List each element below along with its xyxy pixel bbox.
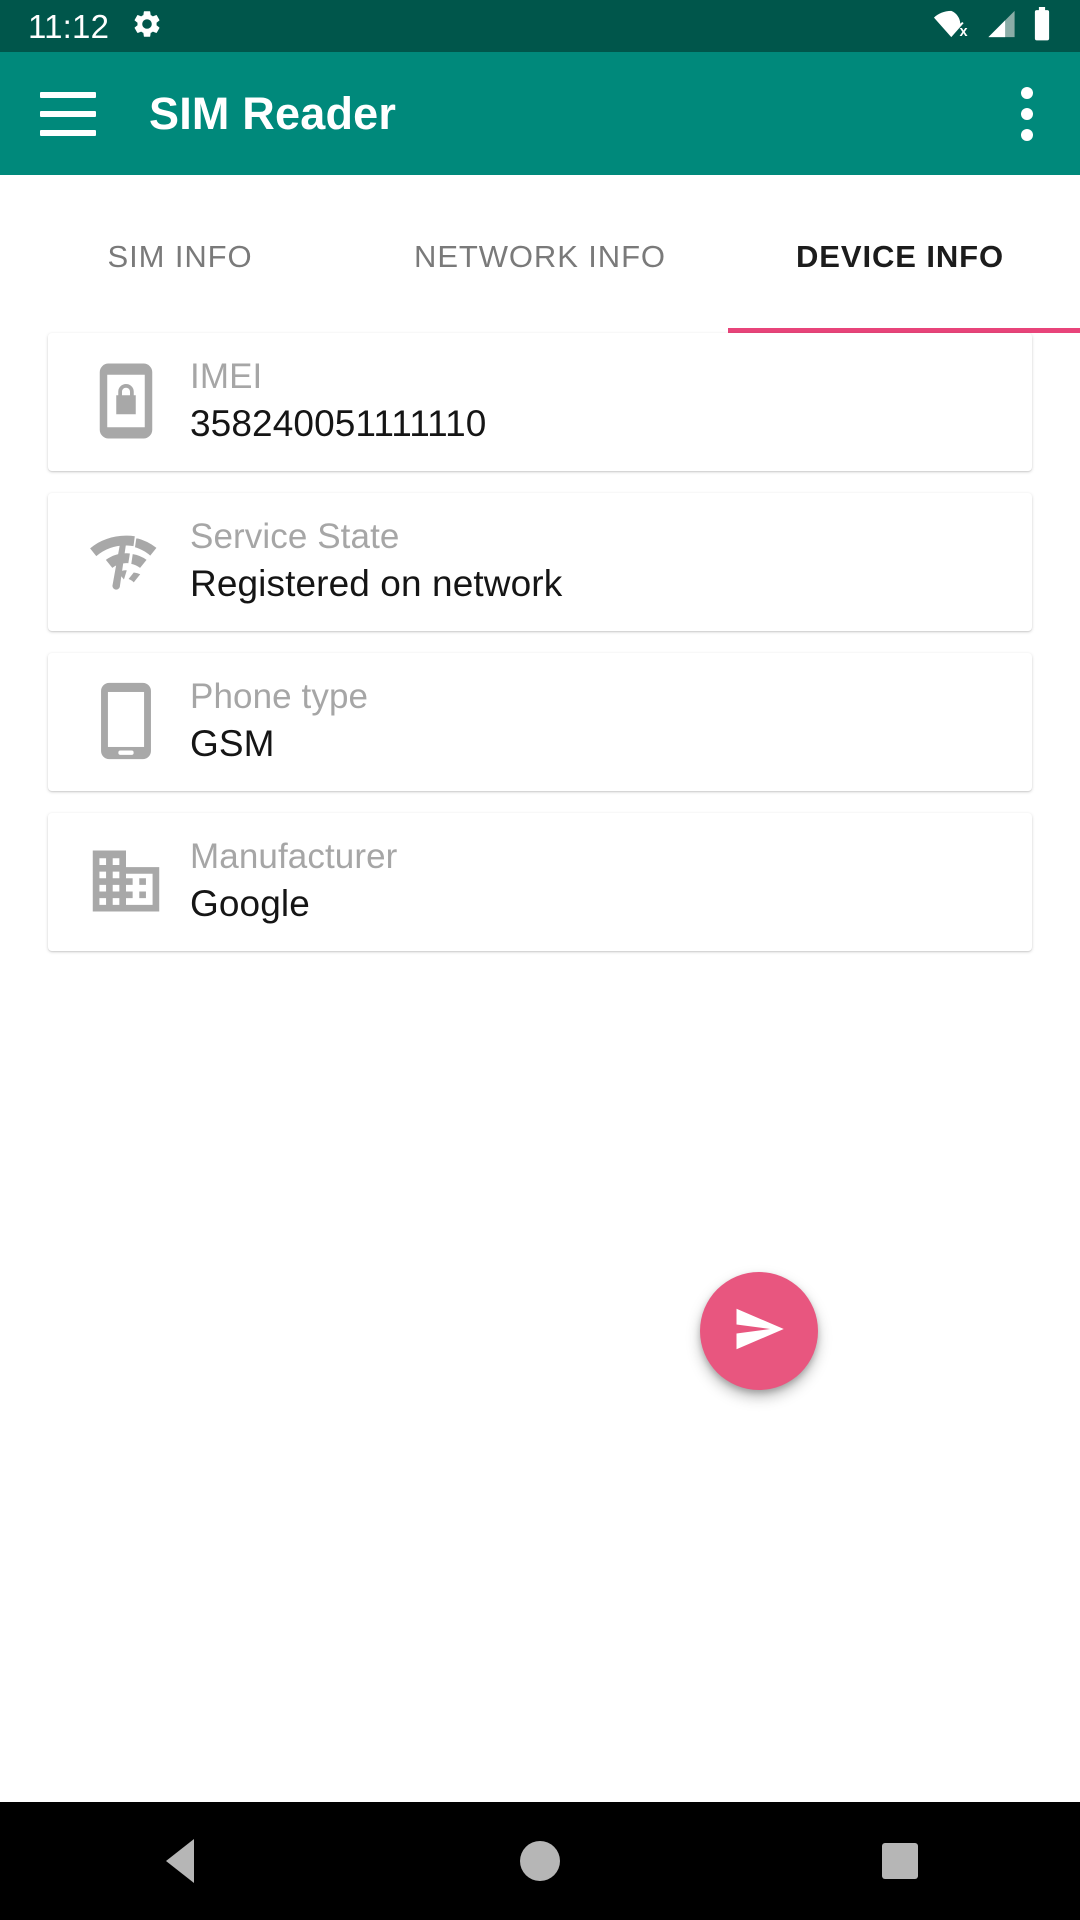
- send-icon: [732, 1302, 786, 1361]
- tab-device-info[interactable]: DEVICE INFO: [720, 175, 1080, 333]
- list-item-imei[interactable]: IMEI 358240051111110: [48, 333, 1032, 471]
- settings-gear-icon: [131, 8, 163, 45]
- more-vertical-icon[interactable]: [1021, 86, 1035, 141]
- overflow-dot: [1021, 128, 1033, 141]
- system-navigation-bar: [0, 1802, 1080, 1920]
- list-item-service-state[interactable]: Service State Registered on network: [48, 493, 1032, 631]
- menu-line: [40, 129, 96, 136]
- list-item-value: GSM: [190, 722, 275, 764]
- network-check-icon: [80, 515, 172, 607]
- list-item-label: Service State: [190, 516, 400, 556]
- list-item-label: Manufacturer: [190, 836, 398, 876]
- phone-lock-icon: [80, 355, 172, 447]
- list-item-label: Phone type: [190, 676, 369, 716]
- device-info-list: IMEI 358240051111110 Service State Regis…: [0, 333, 1080, 973]
- list-item-value: Registered on network: [190, 562, 563, 604]
- app-screen: 11:12 x SIM Reader SIM INFO NETWORK INFO…: [0, 0, 1080, 1920]
- tab-network-info[interactable]: NETWORK INFO: [360, 175, 720, 333]
- status-bar-clock: 11:12: [28, 7, 110, 45]
- status-bar-left: 11:12: [28, 8, 163, 45]
- app-title: SIM Reader: [149, 87, 397, 139]
- nav-back-button[interactable]: [100, 1802, 260, 1920]
- tab-label: DEVICE INFO: [796, 239, 1004, 274]
- status-bar: 11:12 x: [0, 0, 1080, 52]
- nav-recents-button[interactable]: [820, 1802, 980, 1920]
- triangle-back-icon: [166, 1839, 194, 1883]
- status-bar-right: x: [933, 6, 1052, 46]
- app-bar: SIM Reader: [0, 52, 1080, 175]
- list-item-phone-type[interactable]: Phone type GSM: [48, 653, 1032, 791]
- business-building-icon: [80, 835, 172, 927]
- wifi-off-icon: x: [933, 8, 971, 45]
- list-item-value: Google: [190, 882, 310, 924]
- list-item-text: Phone type GSM: [190, 676, 368, 767]
- overflow-dot: [1021, 107, 1033, 120]
- hamburger-menu-icon[interactable]: [40, 91, 96, 136]
- list-item-manufacturer[interactable]: Manufacturer Google: [48, 813, 1032, 951]
- overflow-dot: [1021, 86, 1033, 99]
- nav-home-button[interactable]: [460, 1802, 620, 1920]
- menu-line: [40, 91, 96, 98]
- list-item-text: Service State Registered on network: [190, 516, 562, 607]
- list-item-text: Manufacturer Google: [190, 836, 397, 927]
- tab-bar: SIM INFO NETWORK INFO DEVICE INFO: [0, 175, 1080, 333]
- list-item-text: IMEI 358240051111110: [190, 356, 486, 447]
- send-fab-button[interactable]: [700, 1272, 818, 1390]
- menu-line: [40, 110, 96, 117]
- tab-sim-info[interactable]: SIM INFO: [0, 175, 360, 333]
- list-item-value: 358240051111110: [190, 402, 487, 444]
- battery-full-icon: [1032, 6, 1052, 46]
- square-recents-icon: [882, 1843, 918, 1879]
- svg-text:x: x: [960, 24, 968, 40]
- circle-home-icon: [520, 1841, 560, 1881]
- tab-label: SIM INFO: [107, 239, 253, 274]
- list-item-label: IMEI: [190, 356, 263, 396]
- smartphone-icon: [80, 675, 172, 767]
- tab-label: NETWORK INFO: [414, 239, 666, 274]
- cellular-signal-icon: [985, 8, 1018, 45]
